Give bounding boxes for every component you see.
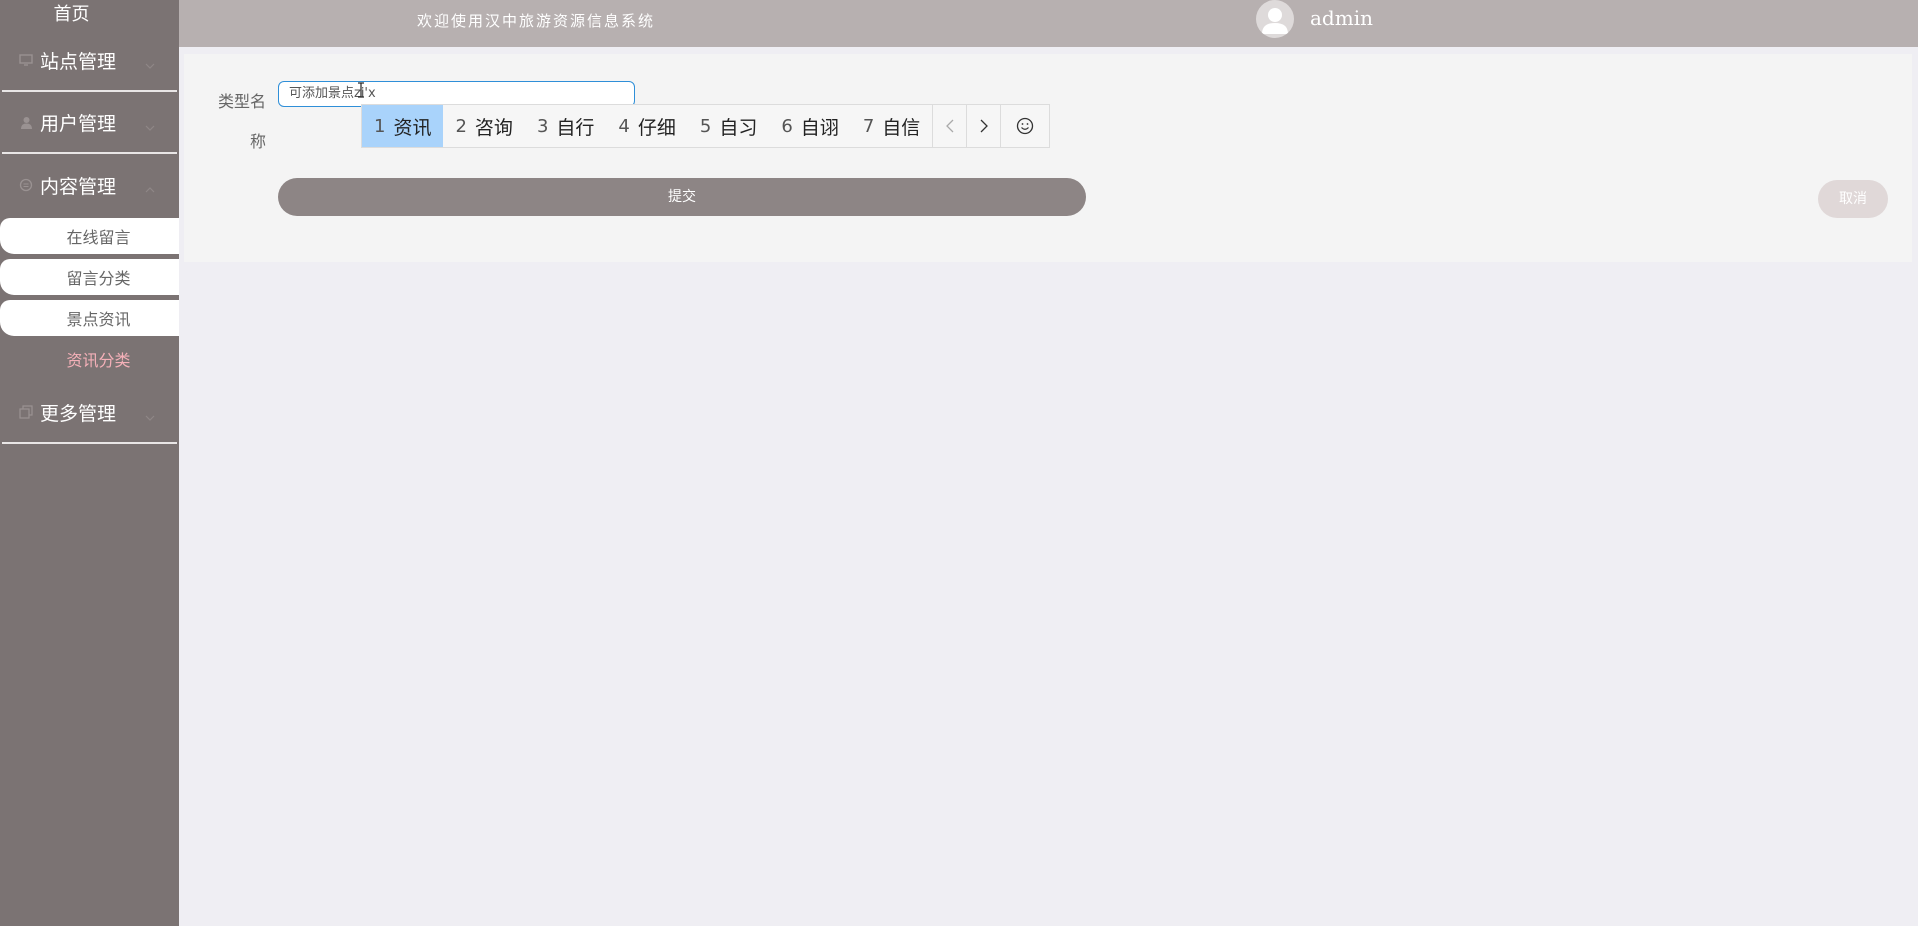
cancel-button[interactable]: 取消 <box>1818 180 1888 218</box>
content-submenu: 在线留言 留言分类 景点资讯 资讯分类 <box>0 216 179 377</box>
menu-label: 更多管理 <box>40 402 117 425</box>
top-header: 欢迎使用汉中旅游资源信息系统 admin <box>179 0 1918 47</box>
user-icon <box>16 116 36 129</box>
chevron-down-icon <box>145 406 155 425</box>
username[interactable]: admin <box>1310 6 1373 30</box>
menu-label: 用户管理 <box>40 112 117 135</box>
monitor-icon <box>16 54 36 66</box>
ime-candidate[interactable]: 1 资讯 <box>362 105 444 147</box>
welcome-text: 欢迎使用汉中旅游资源信息系统 <box>417 12 656 30</box>
home-link[interactable]: 首页 <box>0 0 143 30</box>
submenu-scenic-news[interactable]: 景点资讯 <box>0 300 179 336</box>
ime-candidate-bar: 1 资讯 2 咨询 3 自行 4 仔细 5 自习 6 自诩 7 自信 <box>361 104 1051 148</box>
menu-label: 内容管理 <box>40 175 117 198</box>
ime-candidate[interactable]: 3 自行 <box>525 105 606 147</box>
submit-button[interactable]: 提交 <box>278 178 1086 216</box>
ime-next-page-icon[interactable] <box>966 105 1000 147</box>
menu-label: 站点管理 <box>40 50 117 73</box>
submenu-message-category[interactable]: 留言分类 <box>0 259 179 295</box>
chevron-down-icon <box>145 116 155 135</box>
ime-prev-page-icon[interactable] <box>932 105 966 147</box>
user-avatar-icon <box>1262 8 1288 34</box>
chevron-up-icon <box>145 178 155 197</box>
chevron-down-icon <box>145 54 155 73</box>
avatar[interactable] <box>1256 0 1294 38</box>
message-icon <box>16 178 36 192</box>
copy-icon <box>16 405 36 419</box>
menu-site-management[interactable]: 站点管理 <box>2 30 177 92</box>
menu-content-management[interactable]: 内容管理 <box>2 154 177 216</box>
ime-candidate[interactable]: 4 仔细 <box>606 105 687 147</box>
submenu-online-message[interactable]: 在线留言 <box>0 218 179 254</box>
field-label-type-name: 类型名 称 <box>216 82 266 162</box>
sidebar: 首页 站点管理 用户管理 内容管理 在线留言 留言分类 景点资讯 资讯分类 更多… <box>0 0 179 926</box>
ime-candidate[interactable]: 5 自习 <box>688 105 769 147</box>
ime-candidate[interactable]: 2 咨询 <box>443 105 524 147</box>
ime-emoji-icon[interactable] <box>1000 105 1049 147</box>
submenu-news-category[interactable]: 资讯分类 <box>0 341 179 377</box>
field-label-line-1: 类型名 <box>217 92 266 111</box>
field-label-line-2: 称 <box>249 132 266 151</box>
text-cursor-icon <box>355 81 367 101</box>
menu-more-management[interactable]: 更多管理 <box>2 382 177 444</box>
menu-user-management[interactable]: 用户管理 <box>2 92 177 154</box>
ime-candidate[interactable]: 6 自诩 <box>769 105 850 147</box>
ime-candidate[interactable]: 7 自信 <box>851 105 932 147</box>
form-panel: 类型名 称 可添加景点zi'x 提交 取消 <box>184 54 1912 262</box>
